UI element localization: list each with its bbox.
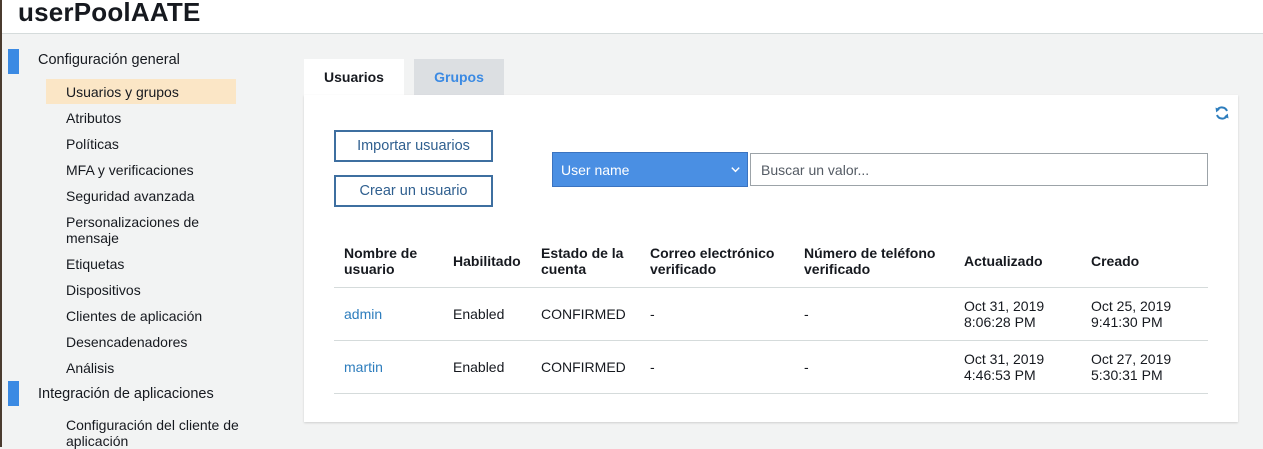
column-header-phone-verified[interactable]: Número de teléfono verificado [804, 245, 949, 277]
table-cell-status: CONFIRMED [541, 359, 626, 375]
tab-users[interactable]: Usuarios [304, 59, 404, 95]
chevron-down-icon [731, 167, 740, 173]
sidebar-item-tags[interactable]: Etiquetas [66, 256, 241, 272]
create-user-button[interactable]: Crear un usuario [334, 175, 493, 207]
section-marker-general [8, 49, 19, 74]
column-header-updated[interactable]: Actualizado [964, 253, 1074, 269]
tab-groups-label: Grupos [434, 69, 484, 85]
table-cell-updated: Oct 31, 2019 8:06:28 PM [964, 298, 1045, 330]
refresh-icon[interactable] [1214, 105, 1230, 121]
attribute-select-value: User name [561, 161, 630, 178]
sidebar-item-mfa[interactable]: MFA y verificaciones [66, 162, 241, 178]
sidebar-item-triggers[interactable]: Desencadenadores [66, 334, 241, 350]
table-divider [334, 287, 1208, 288]
column-header-email-verified[interactable]: Correo electrónico verificado [650, 245, 790, 277]
table-cell-email-verified: - [650, 359, 655, 375]
table-cell-username-link[interactable]: martin [344, 359, 383, 375]
sidebar-item-attributes[interactable]: Atributos [66, 110, 241, 126]
column-header-created[interactable]: Creado [1091, 253, 1191, 269]
tab-groups[interactable]: Grupos [414, 59, 504, 95]
attribute-select[interactable]: User name [552, 152, 748, 187]
sidebar-item-advanced-security[interactable]: Seguridad avanzada [66, 188, 241, 204]
column-header-enabled[interactable]: Habilitado [453, 253, 533, 269]
table-cell-email-verified: - [650, 306, 655, 322]
section-marker-app-integration [8, 381, 19, 406]
column-header-account-status[interactable]: Estado de la cuenta [541, 245, 636, 277]
sidebar-item-policies[interactable]: Políticas [66, 136, 241, 152]
sidebar-item-message-customizations[interactable]: Personalizaciones de mensaje [66, 214, 241, 246]
sidebar-item-devices[interactable]: Dispositivos [66, 282, 241, 298]
table-row-divider [334, 340, 1208, 341]
sidebar-item-app-clients[interactable]: Clientes de aplicación [66, 308, 241, 324]
table-cell-enabled: Enabled [453, 359, 505, 375]
table-cell-status: CONFIRMED [541, 306, 626, 322]
table-cell-created: Oct 27, 2019 5:30:31 PM [1091, 351, 1172, 383]
table-cell-phone-verified: - [804, 359, 809, 375]
table-cell-created: Oct 25, 2019 9:41:30 PM [1091, 298, 1172, 330]
table-cell-phone-verified: - [804, 306, 809, 322]
sidebar-section-app-integration[interactable]: Integración de aplicaciones [38, 386, 214, 402]
sidebar-section-general[interactable]: Configuración general [38, 52, 180, 68]
page-title: userPoolAATE [18, 0, 201, 27]
sidebar: Configuración general Usuarios y grupos … [2, 34, 272, 449]
page-header: userPoolAATE [2, 0, 1263, 34]
table-cell-username-link[interactable]: admin [344, 306, 382, 322]
sidebar-item-app-client-settings[interactable]: Configuración del cliente de aplicación [66, 417, 241, 449]
table-cell-enabled: Enabled [453, 306, 505, 322]
table-row-divider [334, 393, 1208, 394]
column-header-username[interactable]: Nombre de usuario [344, 245, 434, 277]
users-panel: Importar usuarios Crear un usuario User … [304, 95, 1238, 422]
sidebar-item-analytics[interactable]: Análisis [66, 360, 241, 376]
search-input[interactable] [750, 153, 1208, 186]
table-cell-updated: Oct 31, 2019 4:46:53 PM [964, 351, 1045, 383]
sidebar-item-users-groups[interactable]: Usuarios y grupos [66, 84, 241, 100]
import-users-button[interactable]: Importar usuarios [334, 130, 493, 162]
tab-users-label: Usuarios [324, 69, 384, 85]
